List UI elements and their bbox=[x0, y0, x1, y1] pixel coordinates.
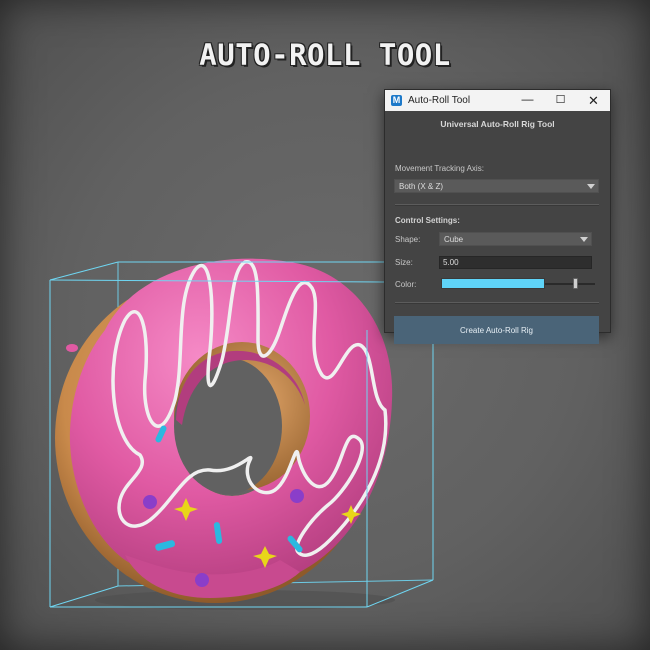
color-slider-track[interactable] bbox=[545, 283, 595, 285]
color-swatch[interactable] bbox=[441, 278, 545, 289]
size-field[interactable]: 5.00 bbox=[439, 256, 592, 269]
auto-roll-tool-window[interactable]: M Auto-Roll Tool — ☐ ✕ Universal Auto-Ro… bbox=[384, 89, 611, 344]
chevron-down-icon bbox=[584, 180, 598, 192]
color-label: Color: bbox=[395, 280, 417, 289]
sprinkle-purple bbox=[290, 489, 304, 503]
axis-dropdown-value: Both (X & Z) bbox=[399, 181, 444, 191]
chevron-down-icon bbox=[577, 233, 591, 245]
tool-panel: Universal Auto-Roll Rig Tool Movement Tr… bbox=[385, 111, 610, 344]
maya-app-icon: M bbox=[391, 95, 402, 106]
size-value: 5.00 bbox=[443, 258, 459, 267]
control-settings-label: Control Settings: bbox=[395, 216, 460, 225]
axis-dropdown[interactable]: Both (X & Z) bbox=[394, 179, 599, 193]
divider bbox=[395, 302, 599, 304]
size-label: Size: bbox=[395, 258, 413, 267]
panel-title: Universal Auto-Roll Rig Tool bbox=[440, 119, 555, 129]
shape-dropdown[interactable]: Cube bbox=[439, 232, 592, 246]
shape-dropdown-value: Cube bbox=[444, 234, 464, 244]
window-title: Auto-Roll Tool bbox=[408, 95, 471, 106]
divider bbox=[395, 204, 599, 206]
axis-label: Movement Tracking Axis: bbox=[395, 164, 484, 173]
sprinkle-purple bbox=[143, 495, 157, 509]
create-auto-roll-rig-button[interactable]: Create Auto-Roll Rig bbox=[394, 316, 599, 344]
color-slider-handle[interactable] bbox=[572, 278, 578, 289]
close-button[interactable]: ✕ bbox=[577, 90, 610, 111]
frosting-drip bbox=[66, 344, 78, 352]
shape-label: Shape: bbox=[395, 235, 421, 244]
window-titlebar[interactable]: M Auto-Roll Tool — ☐ ✕ bbox=[385, 90, 610, 111]
sprinkle-purple bbox=[195, 573, 209, 587]
maximize-button[interactable]: ☐ bbox=[544, 90, 577, 111]
minimize-button[interactable]: — bbox=[511, 90, 544, 111]
